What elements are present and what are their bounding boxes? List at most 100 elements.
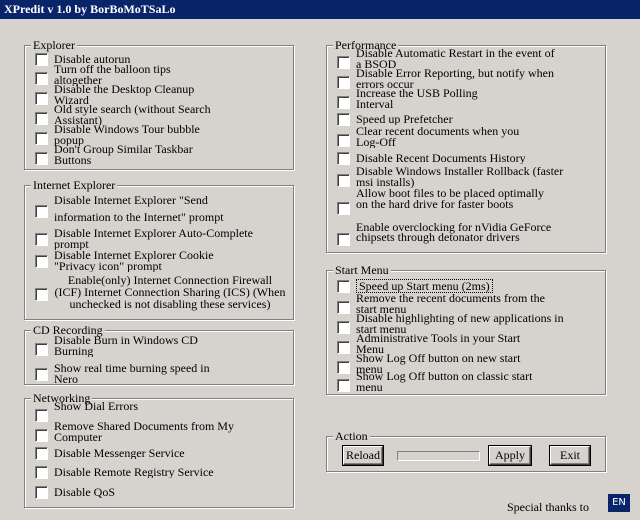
- checkbox-label: Disable Remote Registry Service: [54, 467, 214, 478]
- checkbox[interactable]: [35, 486, 48, 499]
- checkbox-label: Speed up Prefetcher: [356, 114, 453, 125]
- checkbox-label: Show Log Off button on classic start men…: [356, 371, 533, 393]
- checkbox[interactable]: [337, 300, 350, 314]
- checkbox[interactable]: [337, 173, 350, 187]
- checkbox-ie-cookie[interactable]: Disable Internet Explorer Cookie "Privac…: [35, 250, 254, 272]
- checkbox[interactable]: [35, 367, 48, 381]
- checkbox[interactable]: [337, 360, 350, 374]
- checkbox-ie-send-info[interactable]: Disable Internet Explorer "Send informat…: [35, 193, 254, 226]
- checkbox[interactable]: [35, 428, 48, 442]
- checkbox[interactable]: [337, 113, 350, 126]
- checkbox[interactable]: [35, 91, 48, 105]
- checkbox[interactable]: [337, 232, 350, 246]
- checkbox[interactable]: [35, 53, 48, 66]
- checkbox[interactable]: [35, 111, 48, 125]
- checkbox[interactable]: [337, 152, 350, 165]
- checkbox[interactable]: [35, 447, 48, 460]
- exit-button[interactable]: Exit: [549, 445, 591, 466]
- start-menu-legend: Start Menu: [333, 263, 391, 277]
- language-indicator[interactable]: EN: [608, 494, 630, 512]
- special-thanks: Special thanks to: [507, 500, 589, 514]
- checkbox-recent-docs-history[interactable]: Disable Recent Documents History: [337, 152, 596, 165]
- checkbox-label: Administrative Tools in your Start Menu: [356, 333, 521, 355]
- performance-group: Performance Disable Automatic Restart in…: [326, 38, 606, 253]
- reload-button[interactable]: Reload: [342, 445, 384, 466]
- cd-recording-group: CD Recording Disable Burn in Windows CD …: [24, 323, 294, 385]
- start-menu-group: Start Menu Speed up Start menu (2ms) Rem…: [326, 263, 606, 395]
- checkbox-nero-speed[interactable]: Show real time burning speed in Nero: [35, 363, 224, 385]
- checkbox-logoff-classic-menu[interactable]: Show Log Off button on classic start men…: [337, 371, 536, 393]
- checkbox-label: Increase the USB Polling Interval: [356, 88, 478, 110]
- checkbox-installer-rollback[interactable]: Disable Windows Installer Rollback (fast…: [337, 166, 576, 188]
- checkbox-label: Disable Windows Tour bubble popup: [54, 124, 200, 146]
- networking-group: Networking Show Dial Errors Remove Share…: [24, 391, 294, 508]
- checkbox[interactable]: [337, 95, 350, 109]
- checkbox[interactable]: [337, 202, 350, 215]
- checkbox-label: Old style search (without Search Assista…: [54, 104, 211, 126]
- checkbox-label: Disable QoS: [54, 487, 115, 498]
- checkbox-group-taskbar[interactable]: Don't Group Similar Taskbar Buttons: [35, 144, 214, 166]
- checkbox-label: Remove the recent documents from the sta…: [356, 293, 545, 315]
- apply-button[interactable]: Apply: [488, 445, 532, 466]
- checkbox-disable-cd-burning[interactable]: Disable Burn in Windows CD Burning: [35, 335, 214, 357]
- checkbox-label: Disable the Desktop Cleanup Wizard: [54, 84, 195, 106]
- checkbox-label: Disable Automatic Restart in the event o…: [356, 48, 555, 70]
- checkbox-label: Enable overclocking for nVidia GeForce c…: [356, 222, 552, 244]
- checkbox[interactable]: [337, 320, 350, 334]
- checkbox-boot-files-optimal[interactable]: Allow boot files to be placed optimally …: [337, 188, 556, 221]
- checkbox-label: Show real time burning speed in Nero: [54, 363, 210, 385]
- checkbox[interactable]: [337, 378, 350, 392]
- checkbox-label: Disable Internet Explorer Cookie "Privac…: [54, 250, 214, 272]
- action-legend: Action: [333, 429, 370, 443]
- checkbox[interactable]: [35, 287, 48, 301]
- checkbox[interactable]: [35, 151, 48, 165]
- title-bar[interactable]: XPredit v 1.0 by BorBoMoTSaLo: [0, 0, 640, 19]
- checkbox-label: Speed up Start menu (2ms): [356, 279, 493, 293]
- checkbox[interactable]: [35, 342, 48, 356]
- checkbox-label: Disable highlighting of new applications…: [356, 313, 564, 335]
- checkbox-label: Disable Burn in Windows CD Burning: [54, 335, 198, 357]
- checkbox[interactable]: [337, 340, 350, 354]
- checkbox-clear-recent-docs[interactable]: Clear recent documents when you Log-Off: [337, 126, 526, 148]
- checkbox[interactable]: [35, 131, 48, 145]
- checkbox-label: Disable Error Reporting, but notify when…: [356, 68, 554, 90]
- checkbox-label: Clear recent documents when you Log-Off: [356, 126, 520, 148]
- checkbox-prefetcher[interactable]: Speed up Prefetcher: [337, 113, 576, 126]
- explorer-group: Explorer Disable autorun Turn off the ba…: [24, 38, 294, 170]
- checkbox[interactable]: [337, 133, 350, 147]
- checkbox[interactable]: [337, 279, 350, 293]
- checkbox-label: Enable(only) Internet Connection Firewal…: [54, 274, 286, 311]
- checkbox-label: Disable Messenger Service: [54, 448, 185, 459]
- checkbox-shared-documents[interactable]: Remove Shared Documents from My Computer: [35, 421, 239, 443]
- action-group: Action Reload Apply Exit: [326, 429, 606, 472]
- internet-explorer-group: Internet Explorer Disable Internet Explo…: [24, 178, 294, 320]
- checkbox-usb-polling[interactable]: Increase the USB Polling Interval: [337, 88, 516, 110]
- checkbox-nvidia-overclocking[interactable]: Enable overclocking for nVidia GeForce c…: [337, 222, 556, 252]
- checkbox-label: Turn off the balloon tips altogether: [54, 64, 171, 86]
- checkbox-label: Disable Windows Installer Rollback (fast…: [356, 166, 564, 188]
- progress-bar: [397, 451, 480, 461]
- checkbox-messenger-service[interactable]: Disable Messenger Service: [35, 447, 264, 460]
- checkbox[interactable]: [35, 408, 48, 422]
- internet-explorer-legend: Internet Explorer: [31, 178, 118, 192]
- checkbox-label: Allow boot files to be placed optimally …: [356, 188, 544, 211]
- explorer-legend: Explorer: [31, 38, 77, 52]
- checkbox-label: Disable Recent Documents History: [356, 153, 526, 164]
- checkbox[interactable]: [337, 75, 350, 89]
- checkbox-ie-autocomplete[interactable]: Disable Internet Explorer Auto-Complete …: [35, 228, 254, 250]
- checkbox[interactable]: [35, 254, 48, 268]
- checkbox-label: Don't Group Similar Taskbar Buttons: [54, 144, 193, 166]
- checkbox-label: Show Dial Errors: [54, 401, 138, 413]
- checkbox-remote-registry[interactable]: Disable Remote Registry Service: [35, 466, 264, 479]
- checkbox-label: Remove Shared Documents from My Computer: [54, 421, 234, 443]
- checkbox[interactable]: [35, 204, 48, 218]
- window-title: XPredit v 1.0 by BorBoMoTSaLo: [4, 2, 176, 16]
- checkbox-icf-ics[interactable]: Enable(only) Internet Connection Firewal…: [35, 274, 286, 314]
- checkbox[interactable]: [35, 466, 48, 479]
- checkbox-qos[interactable]: Disable QoS: [35, 486, 264, 499]
- checkbox-label: Disable Internet Explorer "Send informat…: [54, 193, 224, 224]
- checkbox[interactable]: [337, 55, 350, 69]
- checkbox[interactable]: [35, 71, 48, 85]
- checkbox-speed-start-menu[interactable]: Speed up Start menu (2ms): [337, 279, 493, 293]
- checkbox[interactable]: [35, 232, 48, 246]
